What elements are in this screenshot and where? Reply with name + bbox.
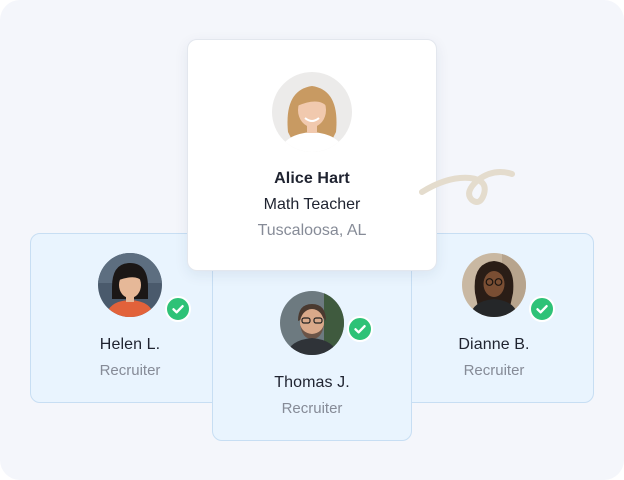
avatar — [98, 253, 162, 317]
recruiter-name: Thomas J. — [274, 374, 350, 391]
profile-title: Math Teacher — [263, 196, 361, 213]
recruiter-role: Recruiter — [281, 400, 343, 417]
profile-card-alice[interactable]: Alice Hart Math Teacher Tuscaloosa, AL — [187, 39, 437, 271]
recruiter-card-thomas[interactable]: Thomas J. Recruiter — [212, 251, 412, 441]
recruiter-role: Recruiter — [463, 362, 525, 379]
background-panel: Helen L. Recruiter Dianne B. Recruiter T… — [0, 0, 624, 480]
recruiter-name: Helen L. — [99, 336, 161, 353]
check-icon — [354, 325, 366, 334]
recruiter-role: Recruiter — [99, 362, 161, 379]
profile-location: Tuscaloosa, AL — [257, 222, 367, 239]
verified-badge — [165, 296, 191, 322]
avatar — [462, 253, 526, 317]
check-icon — [172, 305, 184, 314]
profile-name: Alice Hart — [274, 170, 350, 187]
squiggle-decoration — [419, 169, 515, 205]
verified-badge — [529, 296, 555, 322]
recruiter-name: Dianne B. — [458, 336, 530, 353]
avatar — [272, 72, 352, 152]
avatar — [280, 291, 344, 355]
verified-badge — [347, 316, 373, 342]
check-icon — [536, 305, 548, 314]
